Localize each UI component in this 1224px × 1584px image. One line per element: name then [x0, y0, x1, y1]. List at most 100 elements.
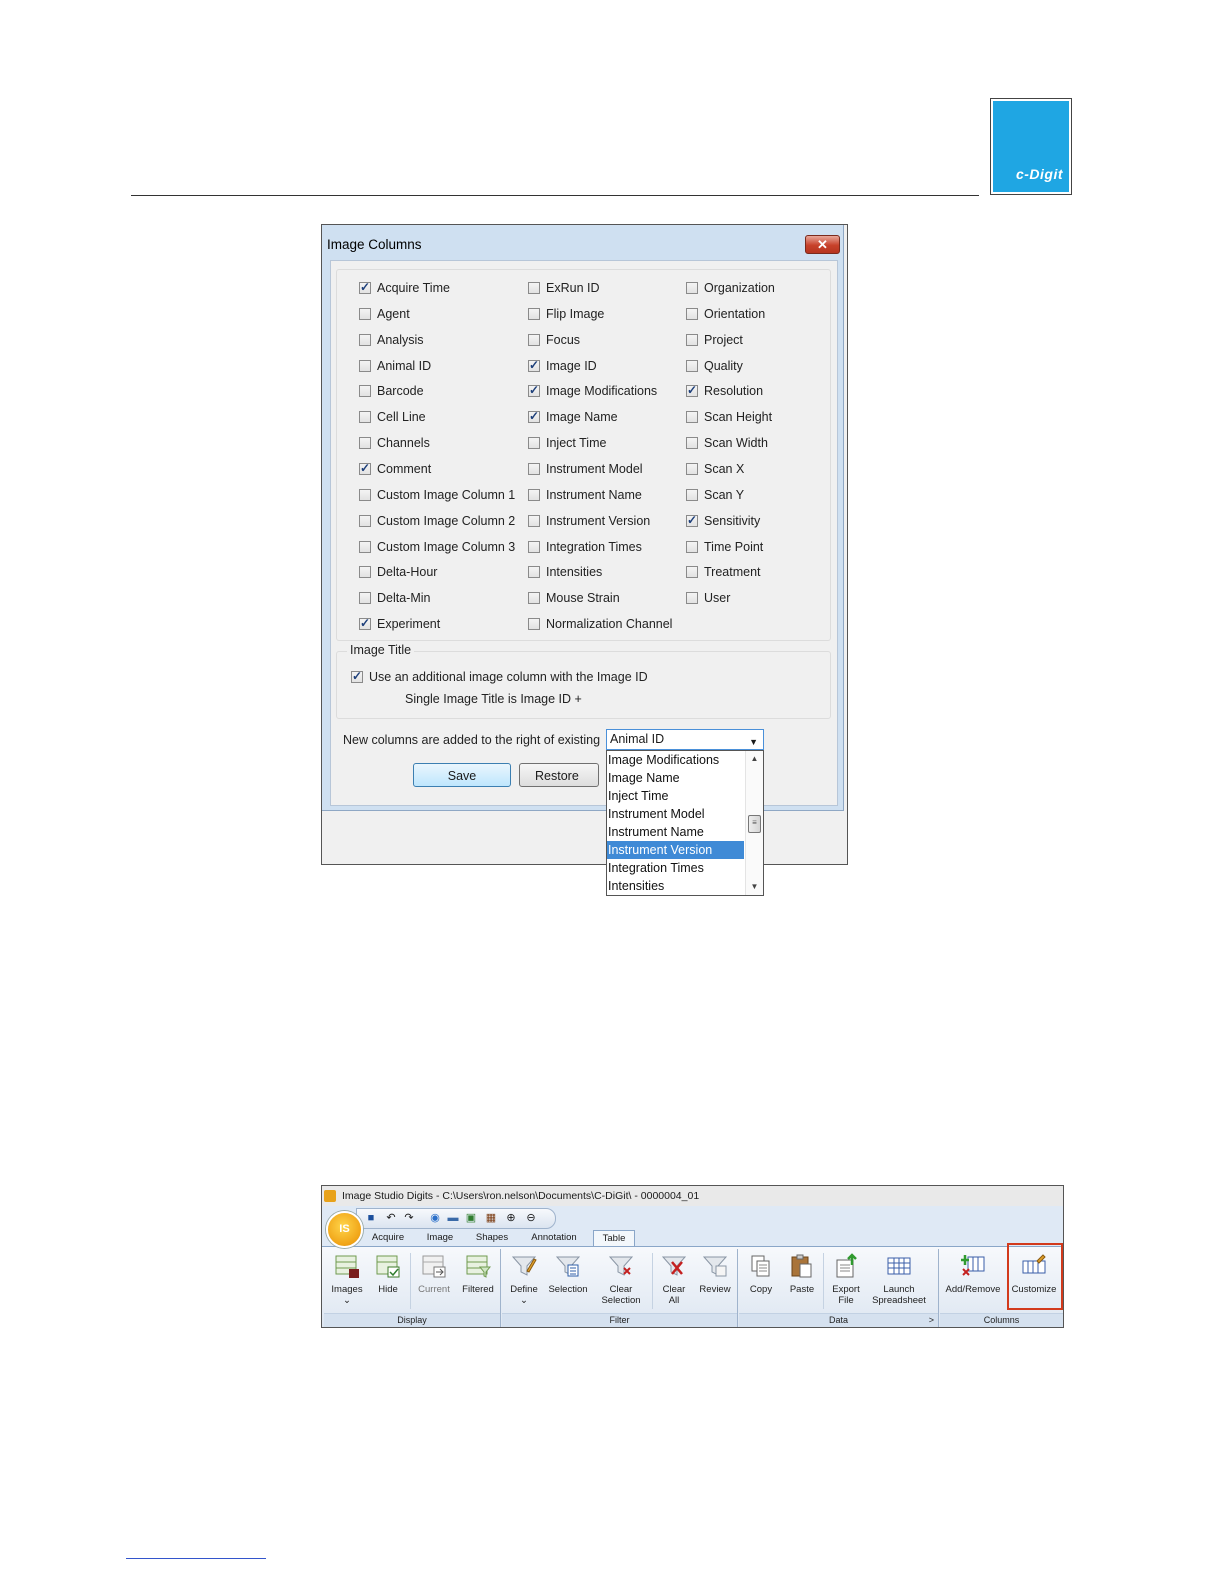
column-checkbox[interactable]: Organization [686, 280, 775, 296]
scroll-down-icon[interactable]: ▼ [746, 879, 763, 895]
save-icon[interactable]: ■ [365, 1212, 377, 1224]
tab-image[interactable]: Image [418, 1230, 462, 1246]
checkbox-box[interactable] [686, 592, 698, 605]
checkbox-box[interactable] [359, 461, 371, 475]
checkbox-box[interactable] [528, 333, 540, 346]
dropdown-option[interactable]: Image Modifications [607, 751, 763, 769]
column-checkbox[interactable]: Integration Times [528, 539, 642, 555]
checkbox-box[interactable] [359, 359, 371, 372]
checkbox-box[interactable] [528, 358, 540, 372]
column-checkbox[interactable]: Comment [359, 461, 431, 477]
dropdown-option[interactable]: Image Name [607, 769, 763, 787]
checkbox-box[interactable] [359, 566, 371, 579]
scroll-up-icon[interactable]: ▲ [746, 751, 763, 767]
tab-table[interactable]: Table [593, 1230, 635, 1247]
dropdown-option[interactable]: Intensities [607, 877, 763, 895]
column-checkbox[interactable]: Cell Line [359, 409, 426, 425]
checkbox-box[interactable] [686, 333, 698, 346]
column-checkbox[interactable]: Scan Height [686, 409, 772, 425]
checkbox-box[interactable] [528, 282, 540, 294]
title-column-select[interactable]: Animal ID ▼ [606, 729, 764, 750]
application-menu-button[interactable]: IS [326, 1211, 363, 1248]
checkbox-box[interactable] [528, 409, 540, 424]
column-checkbox[interactable]: Image Modifications [528, 383, 657, 399]
checkbox-box[interactable] [359, 333, 371, 346]
checkbox-box[interactable] [528, 488, 540, 501]
dropdown-option[interactable]: Inject Time [607, 787, 763, 805]
tab-acquire[interactable]: Acquire [366, 1230, 410, 1246]
title-column-dropdown-list[interactable]: Image Modifications Image Name Inject Time… [606, 750, 764, 896]
column-checkbox[interactable]: Acquire Time [359, 280, 450, 296]
dropdown-option[interactable]: Integration Times [607, 859, 763, 877]
data-dialog-launcher[interactable]: > [929, 1314, 934, 1327]
column-checkbox[interactable]: Inject Time [528, 435, 606, 451]
checkbox-box[interactable] [686, 383, 698, 398]
checkbox-box[interactable] [528, 307, 540, 320]
checkbox-box[interactable] [686, 307, 698, 320]
zoom-out-icon[interactable]: ⊖ [525, 1212, 537, 1224]
checkbox-box[interactable] [528, 462, 540, 475]
selection-button[interactable]: Selection [546, 1253, 590, 1295]
checkbox-box[interactable] [528, 437, 540, 450]
column-checkbox[interactable]: Mouse Strain [528, 590, 620, 606]
column-checkbox[interactable]: Quality [686, 358, 743, 374]
column-checkbox[interactable]: Focus [528, 332, 580, 348]
clear-all-button[interactable]: Clear All [656, 1253, 692, 1306]
add-remove-button[interactable]: Add/Remove [944, 1253, 1002, 1295]
column-checkbox[interactable]: Barcode [359, 383, 424, 399]
column-checkbox[interactable]: Sensitivity [686, 513, 760, 529]
column-checkbox[interactable]: Custom Image Column 3 [359, 539, 515, 555]
dropdown-option[interactable]: Instrument Version [607, 841, 744, 859]
column-checkbox[interactable]: Flip Image [528, 306, 604, 322]
image-icon[interactable]: ▣ [465, 1212, 477, 1224]
zoom-in-icon[interactable]: ⊕ [505, 1212, 517, 1224]
column-checkbox[interactable]: Orientation [686, 306, 765, 322]
paste-button[interactable]: Paste [783, 1253, 821, 1295]
column-checkbox[interactable]: Treatment [686, 564, 761, 580]
redo-icon[interactable]: ↷ [403, 1212, 415, 1224]
undo-icon[interactable]: ↶ [385, 1212, 397, 1224]
checkbox-box[interactable] [359, 385, 371, 398]
checkbox-box[interactable] [359, 616, 371, 631]
checkbox-box[interactable] [351, 669, 363, 683]
column-checkbox[interactable]: Instrument Model [528, 461, 643, 477]
checkbox-box[interactable] [528, 383, 540, 398]
dropdown-option[interactable]: Instrument Model [607, 805, 763, 823]
column-checkbox[interactable]: Channels [359, 435, 430, 451]
checkbox-box[interactable] [359, 592, 371, 605]
checkbox-box[interactable] [686, 513, 698, 527]
checkbox-box[interactable] [359, 411, 371, 424]
column-checkbox[interactable]: Time Point [686, 539, 763, 555]
checkbox-box[interactable] [359, 280, 371, 294]
column-checkbox[interactable]: Resolution [686, 383, 763, 399]
column-checkbox[interactable]: Normalization Channel [528, 616, 672, 632]
refresh-icon[interactable]: ◉ [429, 1212, 441, 1224]
checkbox-box[interactable] [686, 488, 698, 501]
dropdown-option[interactable]: Instrument Name [607, 823, 763, 841]
column-checkbox[interactable]: Instrument Name [528, 487, 642, 503]
column-checkbox[interactable]: Image ID [528, 358, 597, 374]
hide-button[interactable]: Hide [370, 1253, 406, 1295]
checkbox-box[interactable] [686, 359, 698, 372]
column-checkbox[interactable]: User [686, 590, 730, 606]
clear-selection-button[interactable]: Clear Selection [598, 1253, 644, 1306]
checkbox-box[interactable] [686, 540, 698, 553]
grid-icon[interactable]: ▦ [485, 1212, 497, 1224]
checkbox-box[interactable] [528, 618, 540, 631]
checkbox-box[interactable] [359, 488, 371, 501]
checkbox-box[interactable] [359, 307, 371, 320]
checkbox-box[interactable] [528, 592, 540, 605]
column-checkbox[interactable]: Experiment [359, 616, 440, 632]
export-file-button[interactable]: Export File [827, 1253, 865, 1306]
checkbox-box[interactable] [686, 411, 698, 424]
use-additional-column-checkbox[interactable]: Use an additional image column with the … [351, 669, 648, 685]
column-checkbox[interactable]: Scan X [686, 461, 744, 477]
print-icon[interactable]: ▬ [447, 1212, 459, 1224]
column-checkbox[interactable]: Analysis [359, 332, 424, 348]
checkbox-box[interactable] [359, 437, 371, 450]
tab-shapes[interactable]: Shapes [470, 1230, 514, 1246]
checkbox-box[interactable] [686, 566, 698, 579]
column-checkbox[interactable]: Custom Image Column 1 [359, 487, 515, 503]
column-checkbox[interactable]: Delta-Min [359, 590, 431, 606]
column-checkbox[interactable]: Project [686, 332, 743, 348]
